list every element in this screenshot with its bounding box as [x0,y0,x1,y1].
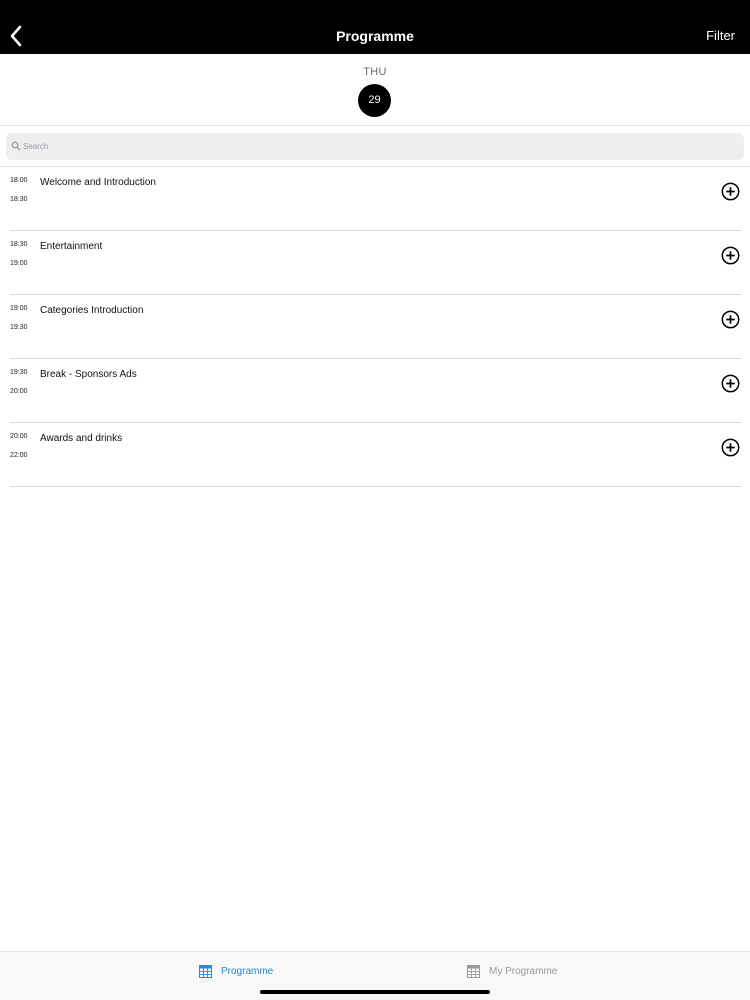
session-title: Break - Sponsors Ads [40,369,137,380]
search-bar [6,133,744,160]
session-row[interactable]: 20:00 22:00 Awards and drinks [10,423,741,487]
calendar-icon [467,965,480,978]
tab-programme[interactable]: Programme [199,965,279,979]
add-circle-icon[interactable] [721,182,740,201]
session-start-time: 19:00 [10,305,28,312]
session-start-time: 19:30 [10,369,28,376]
session-start-time: 18:30 [10,241,28,248]
navigation-bar: Programme Filter [0,0,750,54]
chevron-left-icon[interactable] [8,22,26,50]
filter-button[interactable]: Filter [706,28,735,43]
session-row[interactable]: 19:00 19:30 Categories Introduction [10,295,741,359]
tab-my-programme[interactable]: My Programme [467,965,567,979]
session-end-time: 19:30 [10,324,28,331]
add-circle-icon[interactable] [721,246,740,265]
tab-my-programme-label: My Programme [489,966,558,977]
date-selector: THU 29 [0,54,750,126]
search-icon [11,141,21,151]
day-name-label: THU [363,66,387,78]
session-start-time: 20:00 [10,433,28,440]
session-title: Awards and drinks [40,433,123,444]
add-circle-icon[interactable] [721,374,740,393]
day-29-button[interactable]: 29 [358,84,391,117]
search-input[interactable] [23,136,723,157]
session-start-time: 18:00 [10,177,28,184]
session-row[interactable]: 19:30 20:00 Break - Sponsors Ads [10,359,741,423]
session-title: Entertainment [40,241,103,252]
session-end-time: 22:00 [10,452,28,459]
session-title: Welcome and Introduction [40,177,156,188]
session-title: Categories Introduction [40,305,144,316]
calendar-icon [199,965,212,978]
add-circle-icon[interactable] [721,310,740,329]
session-end-time: 19:00 [10,260,28,267]
session-row[interactable]: 18:00 18:30 Welcome and Introduction [10,167,741,231]
session-row[interactable]: 18:30 19:00 Entertainment [10,231,741,295]
tab-programme-label: Programme [221,966,274,977]
session-end-time: 20:00 [10,388,28,395]
home-indicator [260,990,490,994]
add-circle-icon[interactable] [721,438,740,457]
session-end-time: 18:30 [10,196,28,203]
